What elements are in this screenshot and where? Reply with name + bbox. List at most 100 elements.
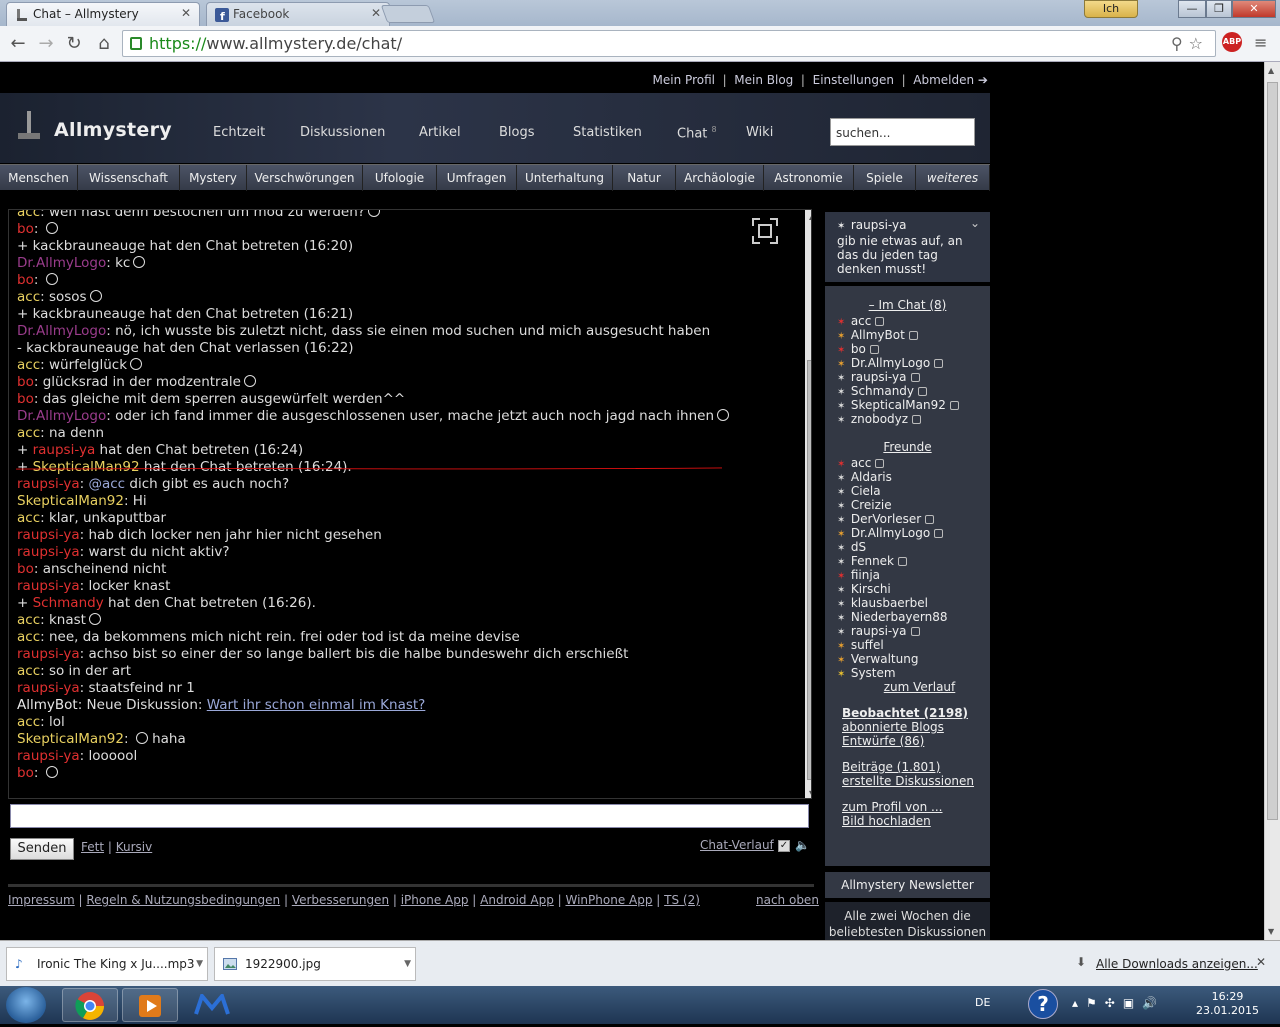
sidebar-username[interactable]: DerVorleser — [851, 512, 921, 526]
show-all-downloads-link[interactable]: Alle Downloads anzeigen... — [1096, 957, 1258, 971]
sidebar-user[interactable]: ✶ acc — [825, 456, 990, 470]
chat-username[interactable]: acc — [17, 510, 40, 526]
chat-username[interactable]: Dr.AllmyLogo — [17, 323, 106, 339]
nav-blogs[interactable]: Blogs — [499, 125, 535, 140]
sidebar-username[interactable]: System — [851, 666, 896, 680]
sidebar-user[interactable]: ✶ Dr.AllmyLogo — [825, 356, 990, 370]
sidebar-username[interactable]: acc — [851, 314, 872, 328]
chevron-down-icon[interactable]: ▼ — [196, 948, 203, 980]
new-tab-button[interactable] — [380, 5, 436, 23]
scroll-up-icon[interactable]: ▲ — [1268, 66, 1274, 75]
chat-username[interactable]: acc — [17, 425, 40, 441]
maximize-icon[interactable]: ❐ — [1206, 0, 1232, 18]
chat-username[interactable]: Schmandy — [33, 595, 104, 611]
profile-badge[interactable]: Ich — [1084, 0, 1138, 18]
chat-username[interactable]: acc — [17, 612, 40, 628]
chat-username[interactable]: acc — [17, 289, 40, 305]
fullscreen-icon[interactable] — [751, 217, 779, 245]
monitor-icon[interactable]: ▣ — [1123, 996, 1142, 1010]
sidebar-user[interactable]: ✶ SkepticalMan92 — [825, 398, 990, 412]
cat-archaeologie[interactable]: Archäologie — [676, 165, 764, 191]
cat-wissenschaft[interactable]: Wissenschaft — [78, 165, 180, 191]
sidebar-username[interactable]: SkepticalMan92 — [851, 398, 946, 412]
sidebar-username[interactable]: Kirschi — [851, 582, 891, 596]
in-chat-heading[interactable]: – Im Chat (8) — [825, 298, 990, 312]
footer-link[interactable]: iPhone App — [401, 893, 469, 907]
sidebar-user[interactable]: ✶ fiinja — [825, 568, 990, 582]
cat-spiele[interactable]: Spiele — [854, 165, 916, 191]
page-scrollbar[interactable]: ▲ ▼ — [1264, 62, 1280, 940]
chat-username[interactable]: Dr.AllmyLogo — [17, 255, 106, 271]
cat-natur[interactable]: Natur — [613, 165, 676, 191]
chat-username[interactable]: bo — [17, 561, 34, 577]
sidebar-user[interactable]: ✶ klausbaerbel — [825, 596, 990, 610]
subscribed-blogs-link[interactable]: abonnierte Blogs — [825, 720, 990, 734]
sidebar-user[interactable]: ✶ Dr.AllmyLogo — [825, 526, 990, 540]
back-arrow-icon[interactable]: ← — [6, 32, 30, 56]
sidebar-user[interactable]: ✶ Schmandy — [825, 384, 990, 398]
sidebar-username[interactable]: dS — [851, 540, 866, 554]
cat-mystery[interactable]: Mystery — [180, 165, 247, 191]
watched-link[interactable]: Beobachtet (2198) — [825, 706, 990, 720]
chat-username[interactable]: bo — [17, 374, 34, 390]
start-button[interactable] — [6, 987, 46, 1023]
sidebar-user[interactable]: ✶ System — [825, 666, 990, 680]
sidebar-username[interactable]: suffel — [851, 638, 884, 652]
sidebar-username[interactable]: AllmyBot — [851, 328, 905, 342]
sidebar-username[interactable]: znobodyz — [851, 412, 908, 426]
address-bar[interactable]: https://www.allmystery.de/chat/ ⚲☆ — [122, 30, 1216, 57]
search-input[interactable]: suchen... — [830, 118, 975, 146]
sidebar-user[interactable]: ✶ raupsi-ya — [825, 624, 990, 638]
upload-image-link[interactable]: Bild hochladen — [825, 814, 990, 828]
close-tab-icon[interactable]: ✕ — [371, 6, 381, 20]
cat-weiteres[interactable]: weiteres — [916, 165, 990, 191]
adblock-icon[interactable]: ABP — [1222, 32, 1242, 52]
sidebar-username[interactable]: Ciela — [851, 484, 881, 498]
sidebar-user[interactable]: ✶ acc — [825, 314, 990, 328]
footer-link[interactable]: TS (2) — [664, 893, 700, 907]
chrome-taskbar-icon[interactable] — [62, 988, 118, 1022]
chat-username[interactable]: acc — [17, 629, 40, 645]
chat-username[interactable]: raupsi-ya — [33, 442, 96, 458]
sidebar-user[interactable]: ✶ bo — [825, 342, 990, 356]
chat-username[interactable]: raupsi-ya — [17, 476, 80, 492]
nav-chat[interactable]: Chat 8 — [677, 125, 717, 141]
cat-verschwoerungen[interactable]: Verschwörungen — [247, 165, 363, 191]
scroll-down-icon[interactable]: ▼ — [809, 789, 811, 798]
sidebar-username[interactable]: Dr.AllmyLogo — [851, 356, 930, 370]
to-history-link[interactable]: zum Verlauf — [849, 680, 990, 694]
sidebar-username[interactable]: Niederbayern88 — [851, 610, 948, 624]
cat-umfragen[interactable]: Umfragen — [437, 165, 517, 191]
sidebar-user[interactable]: ✶ suffel — [825, 638, 990, 652]
close-window-icon[interactable]: ✕ — [1232, 0, 1276, 18]
chat-username[interactable]: AllmyBot — [17, 697, 78, 713]
send-button[interactable]: Senden — [10, 838, 74, 860]
sidebar-user[interactable]: ✶ Verwaltung — [825, 652, 990, 666]
footer-link[interactable]: WinPhone App — [565, 893, 652, 907]
friends-heading[interactable]: Freunde — [825, 440, 990, 454]
footer-link[interactable]: Regeln & Nutzungsbedingungen — [86, 893, 280, 907]
chevron-down-icon[interactable]: ▼ — [404, 948, 411, 980]
sidebar-username[interactable]: bo — [851, 342, 866, 356]
chat-username[interactable]: raupsi-ya — [17, 578, 80, 594]
logout-link[interactable]: Abmelden ➔ — [913, 73, 988, 87]
network-icon[interactable]: ✣ — [1105, 996, 1123, 1010]
chat-username[interactable]: raupsi-ya — [17, 527, 80, 543]
sidebar-username[interactable]: Aldaris — [851, 470, 892, 484]
download-item-jpg[interactable]: 1922900.jpg ▼ — [214, 947, 416, 981]
italic-link[interactable]: Kursiv — [116, 840, 153, 854]
chat-username[interactable]: Dr.AllmyLogo — [17, 408, 106, 424]
sidebar-user[interactable]: ✶ znobodyz — [825, 412, 990, 426]
profile-link[interactable]: zum Profil von ... — [825, 800, 990, 814]
cat-menschen[interactable]: Menschen — [0, 165, 78, 191]
chat-username[interactable]: raupsi-ya — [17, 544, 80, 560]
autoscroll-checkbox[interactable]: ✓ — [778, 840, 790, 852]
sidebar-username[interactable]: Schmandy — [851, 384, 914, 398]
created-discussions-link[interactable]: erstellte Diskussionen — [825, 774, 990, 788]
app-m-icon[interactable] — [194, 994, 230, 1016]
language-indicator[interactable]: DE — [975, 996, 990, 1009]
drafts-link[interactable]: Entwürfe (86) — [825, 734, 990, 748]
chat-username[interactable]: SkepticalMan92 — [17, 731, 124, 747]
footer-link[interactable]: Verbesserungen — [292, 893, 389, 907]
bold-link[interactable]: Fett — [81, 840, 104, 854]
